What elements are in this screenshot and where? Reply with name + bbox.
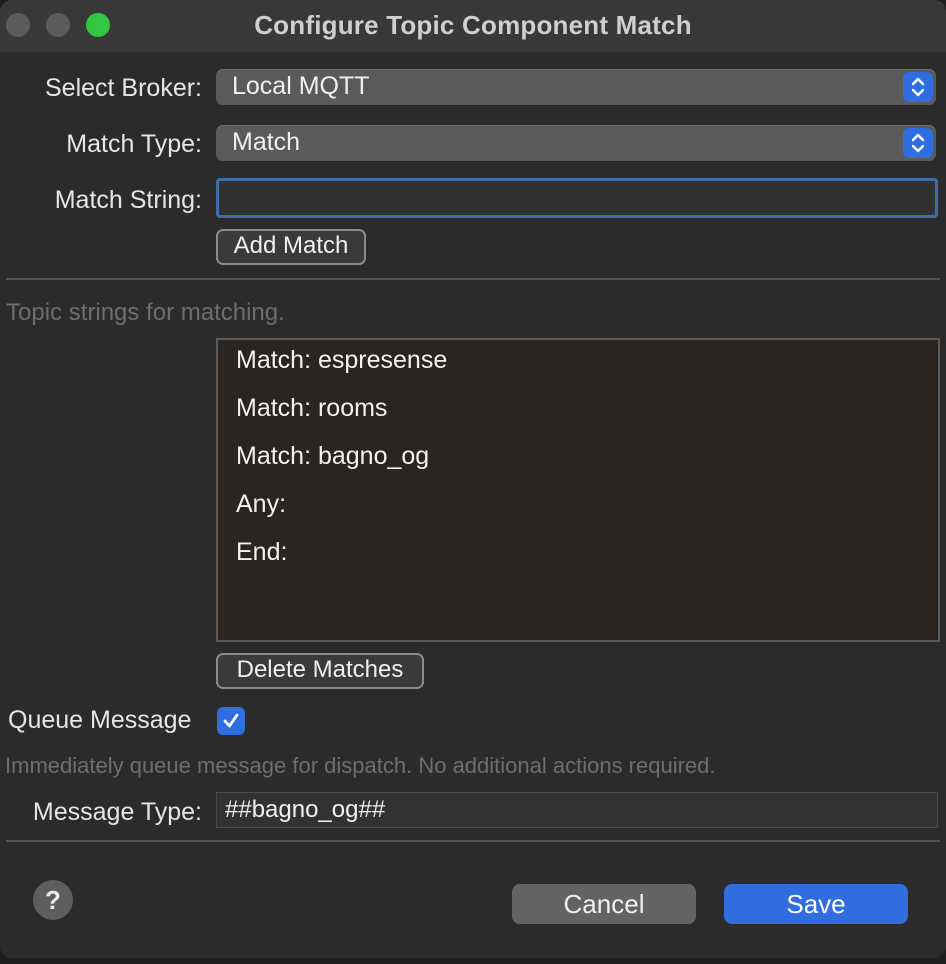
match-type-select-value: Match — [232, 128, 301, 156]
broker-select[interactable]: Local MQTT — [216, 69, 936, 105]
up-down-chevron-icon — [911, 77, 925, 97]
add-match-button[interactable]: Add Match — [216, 229, 366, 265]
queue-hint: Immediately queue message for dispatch. … — [5, 753, 716, 778]
title-bar: Configure Topic Component Match — [0, 0, 946, 52]
list-item[interactable]: End: — [236, 538, 287, 567]
match-list[interactable]: Match: espresense Match: rooms Match: ba… — [216, 338, 940, 642]
match-type-select-stepper[interactable] — [903, 128, 933, 158]
message-type-field[interactable]: ##bagno_og## — [216, 792, 938, 828]
match-type-select[interactable]: Match — [216, 125, 936, 161]
broker-select-value: Local MQTT — [232, 72, 370, 100]
list-item[interactable]: Any: — [236, 490, 286, 519]
up-down-chevron-icon — [911, 133, 925, 153]
list-item[interactable]: Match: rooms — [236, 394, 387, 423]
match-string-label: Match String: — [54, 186, 202, 214]
cancel-button[interactable]: Cancel — [512, 884, 696, 924]
matches-hint: Topic strings for matching. — [6, 299, 285, 326]
queue-message-label: Queue Message — [8, 706, 192, 734]
separator — [6, 840, 940, 842]
help-button[interactable]: ? — [33, 880, 73, 920]
dialog-window: Configure Topic Component Match Select B… — [0, 0, 946, 958]
checkmark-icon — [223, 713, 239, 728]
list-item[interactable]: Match: bagno_og — [236, 442, 429, 471]
match-type-label: Match Type: — [66, 130, 202, 158]
delete-matches-button[interactable]: Delete Matches — [216, 653, 424, 689]
window-title: Configure Topic Component Match — [254, 10, 692, 40]
message-type-label: Message Type: — [32, 798, 202, 826]
broker-select-stepper[interactable] — [903, 72, 933, 102]
list-item[interactable]: Match: espresense — [236, 346, 447, 375]
save-button[interactable]: Save — [724, 884, 908, 924]
match-string-input[interactable] — [216, 178, 938, 218]
separator — [6, 278, 940, 280]
broker-label: Select Broker: — [44, 74, 202, 102]
queue-message-checkbox[interactable] — [217, 707, 245, 735]
